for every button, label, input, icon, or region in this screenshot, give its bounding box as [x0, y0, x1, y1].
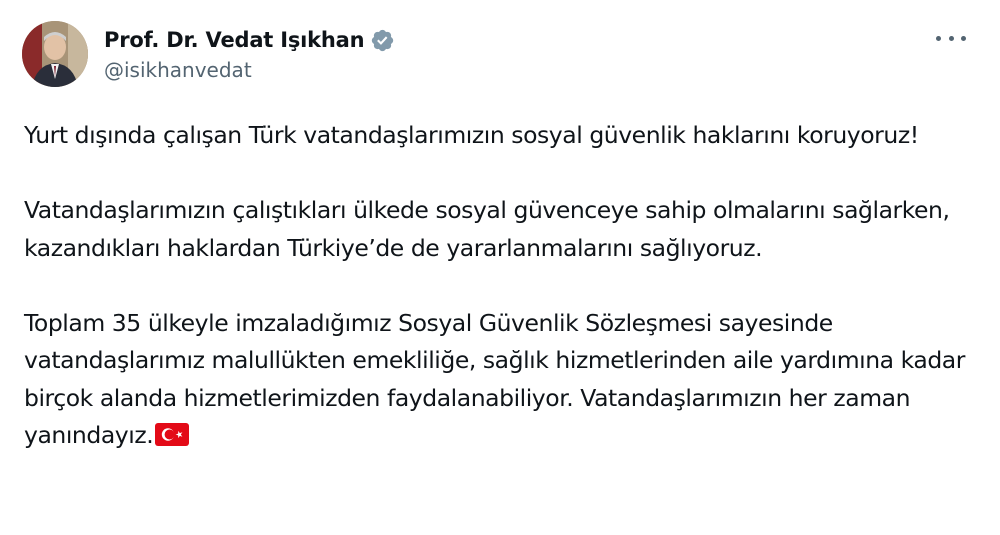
tweet-paragraph: Yurt dışında çalışan Türk vatandaşlarımı…: [24, 121, 919, 149]
turkey-flag-icon: [155, 420, 190, 446]
tweet-paragraph-last: Toplam 35 ülkeyle imzaladığımız Sosyal G…: [24, 305, 984, 455]
tweet-paragraph: Vatandaşlarımızın çalıştıkları ülkede so…: [24, 196, 950, 262]
avatar-photo: [22, 21, 88, 87]
more-options-icon[interactable]: [936, 28, 966, 48]
tweet-card: Prof. Dr. Vedat Işıkhan @isikhanvedat Yu…: [0, 0, 1000, 535]
author-handle[interactable]: @isikhanvedat: [104, 58, 395, 82]
verified-badge-icon: [370, 28, 395, 53]
tweet-text: Yurt dışında çalışan Türk vatandaşlarımı…: [24, 117, 984, 455]
author-info: Prof. Dr. Vedat Işıkhan @isikhanvedat: [104, 24, 395, 82]
author-avatar[interactable]: [22, 21, 88, 87]
author-display-name[interactable]: Prof. Dr. Vedat Işıkhan: [104, 28, 365, 52]
